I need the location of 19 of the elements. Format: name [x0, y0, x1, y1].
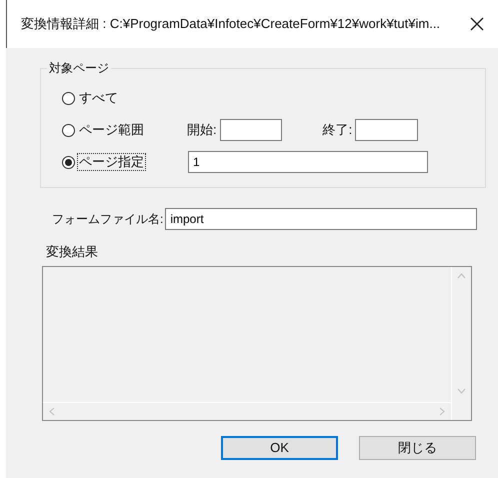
start-label: 開始: — [187, 121, 217, 140]
group-label: 対象ページ — [47, 60, 111, 76]
close-icon[interactable] — [470, 17, 484, 31]
radio-button[interactable] — [62, 92, 75, 104]
dialog-button[interactable]: OK — [221, 436, 338, 460]
form-file-label: フォームファイル名: — [52, 211, 164, 228]
result-label: 変換結果 — [46, 243, 98, 261]
radio-button[interactable] — [62, 124, 75, 136]
window-title: 変換情報詳細 : C:¥ProgramData¥Infotec¥CreateForm¥12¥work¥tut¥im... — [21, 15, 442, 34]
radio-label[interactable]: ページ範囲 — [78, 122, 145, 138]
end-page-field[interactable] — [355, 119, 418, 141]
dialog-button[interactable]: 閉じる — [359, 436, 476, 460]
start-page-field[interactable] — [220, 119, 282, 141]
end-label: 終了: — [322, 121, 352, 140]
form-file-field[interactable]: import — [165, 208, 478, 230]
page-spec-field[interactable]: 1 — [188, 151, 428, 173]
radio-button[interactable] — [62, 156, 75, 168]
radio-label[interactable]: ページ指定 — [78, 154, 145, 170]
radio-label[interactable]: すべて — [78, 90, 119, 106]
